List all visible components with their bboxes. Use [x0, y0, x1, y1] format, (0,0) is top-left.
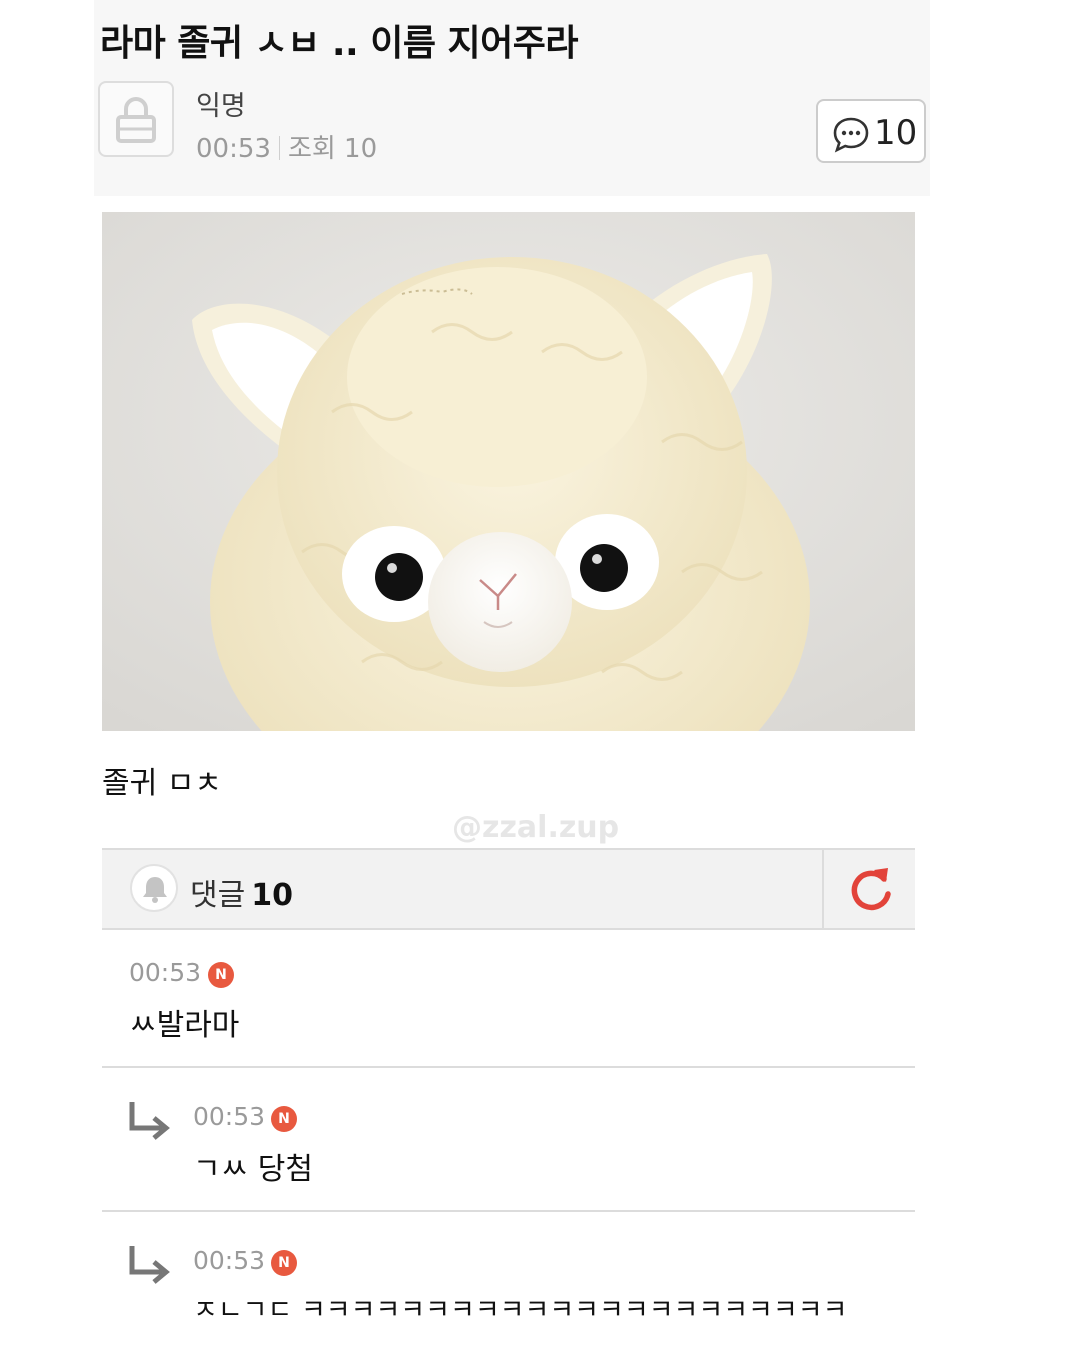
comment-time: 00:53 [193, 1246, 266, 1275]
comment-text: ㄱㅆ 당첨 [193, 1152, 313, 1187]
comment-text: ㅆ발라마 [129, 1008, 240, 1043]
post-header: 라마 졸귀 ㅅㅂ .. 이름 지어주라 익명 00:53 조회 10 10 [94, 0, 930, 196]
refresh-icon [851, 868, 891, 911]
new-badge: N [271, 1106, 297, 1132]
reply-item: 00:53 N ㅈㄴㄱㄷ ㅋㅋㅋㅋㅋㅋㅋㅋㅋㅋㅋㅋㅋㅋㅋㅋㅋㅋㅋㅋㅋㅋ [102, 1212, 915, 1350]
reply-item: 00:53 N ㄱㅆ 당첨 [102, 1068, 915, 1212]
post-body-text: 졸귀 ㅁㅊ [102, 766, 222, 801]
reply-arrow-icon [129, 1246, 170, 1284]
watermark: @zzal.zup [452, 810, 620, 845]
comment-time: 00:53 [129, 958, 202, 987]
post-views: 조회 10 [287, 134, 378, 164]
lock-icon [116, 97, 156, 143]
post-title: 라마 졸귀 ㅅㅂ .. 이름 지어주라 [100, 23, 578, 64]
comments-total: 10 [251, 878, 293, 913]
comment-text: ㅈㄴㄱㄷ ㅋㅋㅋㅋㅋㅋㅋㅋㅋㅋㅋㅋㅋㅋㅋㅋㅋㅋㅋㅋㅋㅋ [193, 1295, 848, 1326]
bell-icon [143, 877, 167, 903]
reply-arrow-icon [129, 1102, 170, 1140]
comments-header: 댓글 10 [190, 870, 293, 914]
new-badge: N [271, 1250, 297, 1276]
meta-divider [278, 136, 280, 160]
post-time: 00:53 [196, 134, 271, 164]
notification-toggle[interactable] [130, 864, 178, 912]
comment-count: 10 [874, 113, 918, 153]
comment-item: 00:53 N ㅆ발라마 [102, 930, 915, 1068]
post-meta: 00:53 조회 10 [196, 128, 377, 165]
speech-bubble-icon [833, 117, 869, 153]
post-photo [102, 212, 915, 731]
avatar [98, 81, 174, 157]
author-name: 익명 [196, 91, 246, 122]
divider [822, 850, 824, 928]
comments-bar: 댓글 10 [102, 848, 915, 930]
refresh-button[interactable] [842, 860, 902, 918]
comments-label: 댓글 [190, 878, 246, 913]
comment-time: 00:53 [193, 1102, 266, 1131]
comment-count-button[interactable]: 10 [816, 99, 926, 163]
new-badge: N [208, 962, 234, 988]
